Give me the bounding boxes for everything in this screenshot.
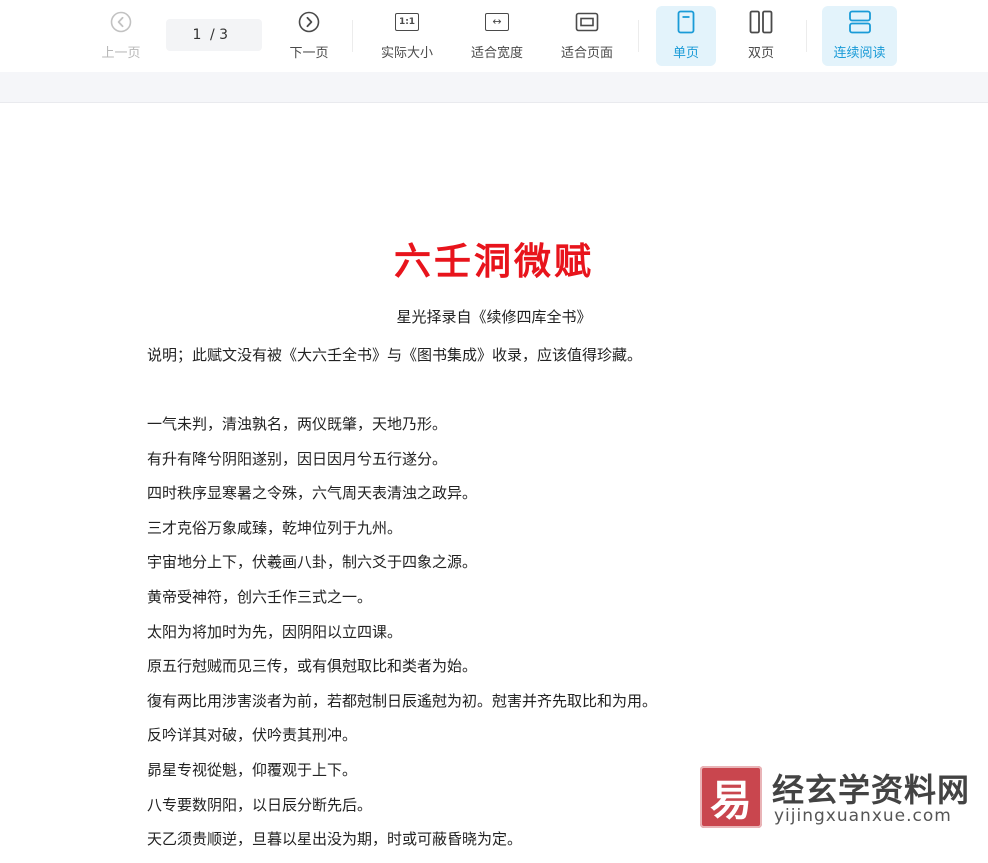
document-page: 六壬洞微赋 星光择录自《续修四库全书》 说明；此赋文没有被《大六壬全书》与《图书… bbox=[0, 103, 988, 853]
text-line: 太阳为将加时为先，因阴阳以立四课。 bbox=[147, 622, 403, 641]
single-page-label: 单页 bbox=[672, 46, 699, 61]
fit-width-icon: ↔ bbox=[485, 8, 509, 36]
next-page-label: 下一页 bbox=[289, 46, 329, 61]
page-gutter bbox=[0, 72, 988, 103]
text-line: 四时秩序显寒暑之令殊，六气周天表清浊之政异。 bbox=[147, 484, 478, 503]
prev-page-button[interactable]: 上一页 bbox=[92, 6, 150, 66]
next-page-button[interactable]: 下一页 bbox=[280, 6, 338, 66]
text-line: 天乙须贵顺逆，旦暮以星出没为期，时或可蔽昏晓为定。 bbox=[147, 830, 523, 849]
document-subtitle: 星光择录自《续修四库全书》 bbox=[396, 308, 592, 326]
pdf-toolbar: 上一页 / 3 下一页 1:1 实际大小 ↔ 适合宽度 适合页面 单页 bbox=[0, 0, 988, 72]
text-line: 宇宙地分上下，伏羲画八卦，制六爻于四象之源。 bbox=[147, 553, 478, 572]
site-watermark: 易 经玄学资料网 yijingxuanxue.com bbox=[700, 763, 969, 831]
fit-page-label: 适合页面 bbox=[560, 46, 613, 61]
watermark-url: yijingxuanxue.com bbox=[774, 806, 952, 826]
chevron-left-circle-icon bbox=[110, 8, 132, 36]
continuous-reading-label: 连续阅读 bbox=[833, 46, 886, 61]
watermark-site-name: 经玄学资料网 bbox=[772, 771, 971, 809]
single-page-button[interactable]: 单页 bbox=[656, 6, 716, 66]
single-page-icon bbox=[677, 8, 695, 36]
double-page-button[interactable]: 双页 bbox=[731, 6, 791, 66]
prev-page-label: 上一页 bbox=[101, 46, 141, 61]
page-total: / 3 bbox=[210, 27, 229, 43]
text-line: 昴星专视從魁，仰覆观于上下。 bbox=[147, 760, 358, 779]
fit-page-button[interactable]: 适合页面 bbox=[550, 6, 624, 66]
page-indicator: / 3 bbox=[166, 19, 262, 51]
text-line: 三才克俗万象咸臻，乾坤位列于九州。 bbox=[147, 518, 403, 537]
text-line: 一气未判，清浊孰名，两仪既肇，天地乃形。 bbox=[147, 415, 448, 433]
text-line: 復有两比用涉害淡者为前，若都尅制日辰遙尅为初。尅害并齐先取比和为用。 bbox=[147, 691, 658, 710]
site-logo-icon: 易 bbox=[700, 766, 762, 828]
document-note: 说明；此赋文没有被《大六壬全书》与《图书集成》收录，应该值得珍藏。 bbox=[147, 346, 643, 364]
double-page-icon bbox=[749, 8, 773, 36]
toolbar-divider bbox=[638, 20, 639, 52]
document-title: 六壬洞微赋 bbox=[394, 239, 594, 283]
text-line: 原五行尅贼而见三传，或有俱尅取比和类者为始。 bbox=[147, 657, 478, 676]
text-line: 八专要数阴阳，以日辰分断先后。 bbox=[147, 795, 373, 814]
fit-width-button[interactable]: ↔ 适合宽度 bbox=[460, 6, 534, 66]
chevron-right-circle-icon bbox=[298, 8, 320, 36]
continuous-reading-button[interactable]: 连续阅读 bbox=[822, 6, 897, 66]
continuous-reading-icon bbox=[848, 8, 872, 36]
double-page-label: 双页 bbox=[747, 46, 774, 61]
text-line: 反吟详其对破，伏吟责其刑冲。 bbox=[147, 726, 358, 745]
actual-size-label: 实际大小 bbox=[380, 46, 433, 61]
fit-page-icon bbox=[575, 8, 599, 36]
actual-size-button[interactable]: 1:1 实际大小 bbox=[370, 6, 444, 66]
fit-width-label: 适合宽度 bbox=[470, 46, 523, 61]
toolbar-divider bbox=[352, 20, 353, 52]
toolbar-divider bbox=[806, 20, 807, 52]
page-number-input[interactable] bbox=[190, 27, 204, 43]
text-line: 有升有降兮阴阳遂别，因日因月兮五行遂分。 bbox=[147, 449, 448, 468]
text-line: 黄帝受神符，创六壬作三式之一。 bbox=[147, 587, 373, 606]
actual-size-icon: 1:1 bbox=[395, 8, 419, 36]
document-body: 一气未判，清浊孰名，两仪既肇，天地乃形。 有升有降兮阴阳遂别，因日因月兮五行遂分… bbox=[147, 413, 657, 863]
